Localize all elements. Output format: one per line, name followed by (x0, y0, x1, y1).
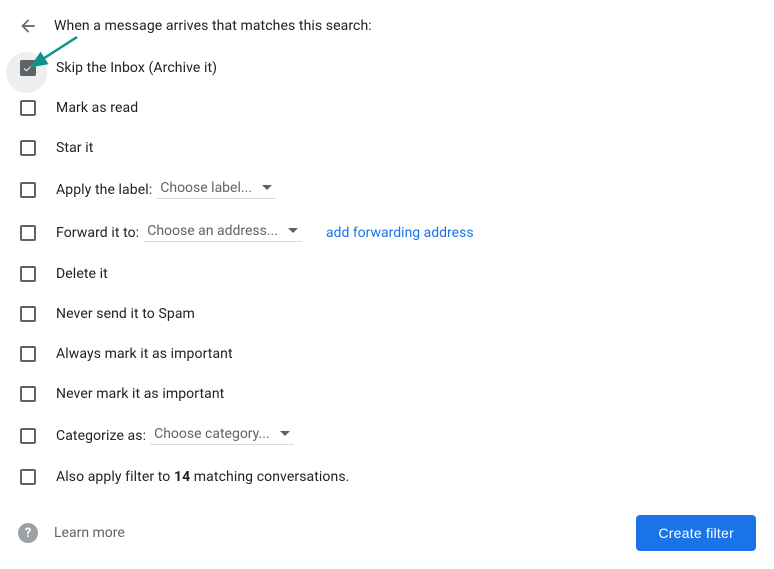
also-apply-suffix: matching conversations. (190, 469, 349, 485)
label-mark-read: Mark as read (56, 100, 138, 116)
also-apply-count: 14 (174, 469, 190, 485)
option-categorize: Categorize as: Choose category... (20, 426, 756, 445)
caret-down-icon (288, 228, 298, 234)
dropdown-apply-label-text: Choose label... (160, 180, 252, 196)
checkbox-forward-to[interactable] (20, 225, 36, 241)
label-skip-inbox: Skip the Inbox (Archive it) (56, 60, 217, 76)
also-apply-prefix: Also apply filter to (56, 469, 174, 485)
footer-left: ? Learn more (18, 523, 125, 543)
option-never-spam: Never send it to Spam (20, 306, 756, 322)
help-icon[interactable]: ? (18, 523, 38, 543)
checkbox-categorize[interactable] (20, 428, 36, 444)
link-add-forwarding-address[interactable]: add forwarding address (326, 225, 474, 241)
checkbox-also-apply[interactable] (20, 469, 36, 485)
back-arrow-icon[interactable] (18, 16, 38, 36)
checkbox-apply-label[interactable] (20, 182, 36, 198)
option-delete-it: Delete it (20, 266, 756, 282)
label-never-important: Never mark it as important (56, 386, 224, 402)
label-forward-to-prefix: Forward it to: (56, 225, 139, 241)
label-never-spam: Never send it to Spam (56, 306, 195, 322)
option-always-important: Always mark it as important (20, 346, 756, 362)
checkbox-never-important[interactable] (20, 386, 36, 402)
panel-header: When a message arrives that matches this… (18, 16, 756, 36)
checkbox-mark-read[interactable] (20, 100, 36, 116)
dropdown-categorize-text: Choose category... (154, 426, 270, 442)
option-forward-to: Forward it to: Choose an address... add … (20, 223, 756, 242)
checkbox-never-spam[interactable] (20, 306, 36, 322)
filter-actions-panel: When a message arrives that matches this… (0, 0, 774, 503)
option-mark-read: Mark as read (20, 100, 756, 116)
checkbox-star-it[interactable] (20, 140, 36, 156)
dropdown-categorize[interactable]: Choose category... (150, 426, 294, 445)
option-apply-label: Apply the label: Choose label... (20, 180, 756, 199)
label-star-it: Star it (56, 140, 93, 156)
checkbox-delete-it[interactable] (20, 266, 36, 282)
learn-more-link[interactable]: Learn more (54, 525, 125, 541)
panel-footer: ? Learn more Create filter (18, 515, 756, 551)
caret-down-icon (280, 431, 290, 437)
checkbox-skip-inbox[interactable] (20, 60, 36, 76)
label-categorize-prefix: Categorize as: (56, 428, 146, 444)
caret-down-icon (262, 185, 272, 191)
checkbox-always-important[interactable] (20, 346, 36, 362)
label-delete-it: Delete it (56, 266, 108, 282)
panel-title: When a message arrives that matches this… (54, 18, 372, 34)
label-also-apply: Also apply filter to 14 matching convers… (56, 469, 349, 485)
options-list: Skip the Inbox (Archive it) Mark as read… (20, 60, 756, 485)
option-star-it: Star it (20, 140, 756, 156)
option-skip-inbox: Skip the Inbox (Archive it) (20, 60, 756, 76)
option-never-important: Never mark it as important (20, 386, 756, 402)
create-filter-button[interactable]: Create filter (636, 515, 756, 551)
option-also-apply: Also apply filter to 14 matching convers… (20, 469, 756, 485)
dropdown-forward-to[interactable]: Choose an address... (143, 223, 302, 242)
label-always-important: Always mark it as important (56, 346, 233, 362)
label-apply-label-prefix: Apply the label: (56, 182, 152, 198)
dropdown-forward-to-text: Choose an address... (147, 223, 278, 239)
dropdown-apply-label[interactable]: Choose label... (156, 180, 276, 199)
